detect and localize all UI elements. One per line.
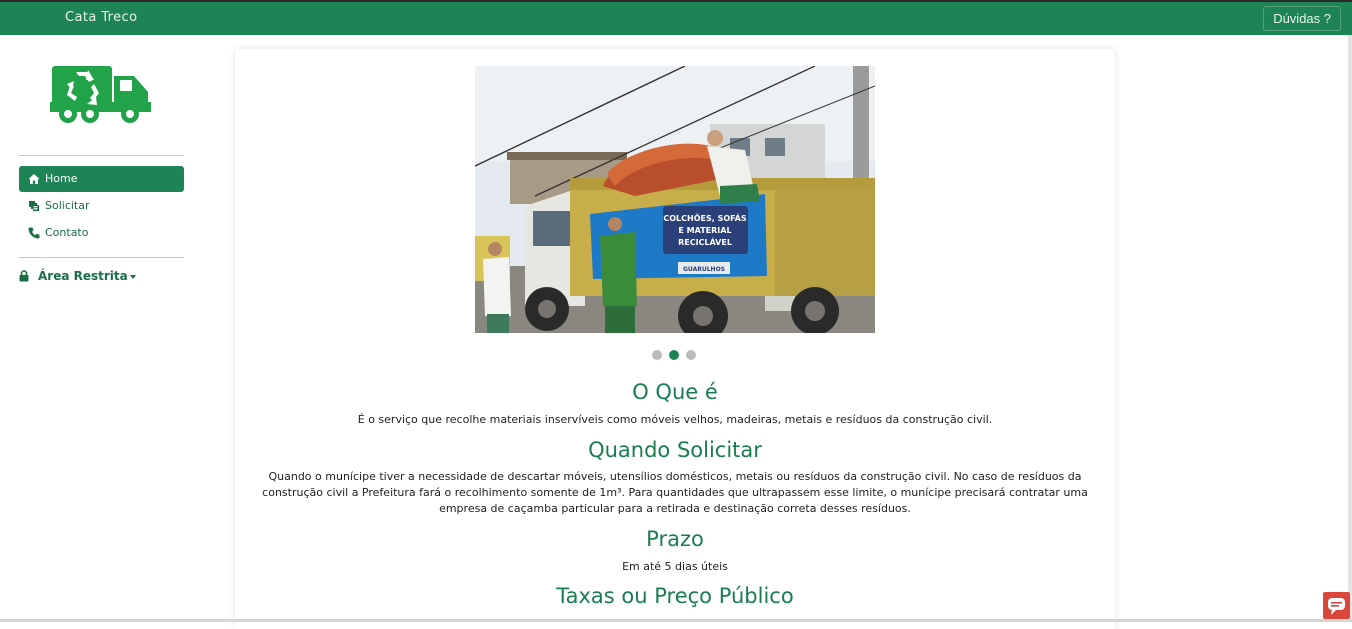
garbage-truck-photo: COLCHÕES, SOFÁS E MATERIAL RECICLÁVEL GU… <box>475 66 875 333</box>
section-text-prazo: Em até 5 dias úteis <box>243 559 1107 575</box>
section-text-line-1: Quando o munícipe tiver a necessidade de… <box>243 469 1107 485</box>
banner-badge: GUARULHOS <box>683 266 725 273</box>
chat-widget-button[interactable] <box>1323 592 1350 619</box>
brand-title[interactable]: Cata Treco <box>65 10 137 25</box>
sidebar-item-contato[interactable]: Contato <box>19 220 184 246</box>
sidebar-divider-bottom <box>19 257 184 258</box>
section-title-prazo: Prazo <box>235 527 1115 551</box>
chat-icon <box>1323 592 1350 619</box>
section-text-o-que-e: É o serviço que recolhe materiais inserv… <box>243 412 1107 428</box>
vertical-scrollbar[interactable] <box>1348 35 1352 622</box>
section-title-taxas: Taxas ou Preço Público <box>235 584 1115 608</box>
chevron-down-icon <box>130 275 136 279</box>
lock-icon <box>19 270 29 282</box>
recycling-truck-icon <box>50 64 151 126</box>
help-button[interactable]: Dúvidas ? <box>1263 6 1341 31</box>
carousel-dot-1[interactable] <box>652 350 662 360</box>
sidebar-item-home[interactable]: Home <box>19 166 184 192</box>
request-icon <box>28 200 40 212</box>
restricted-area-label: Área Restrita <box>38 269 128 283</box>
sidebar-divider-top <box>19 155 184 156</box>
content-card: COLCHÕES, SOFÁS E MATERIAL RECICLÁVEL GU… <box>235 49 1115 629</box>
carousel-slide-image: COLCHÕES, SOFÁS E MATERIAL RECICLÁVEL GU… <box>475 66 875 333</box>
banner-line-1: COLCHÕES, SOFÁS <box>663 212 746 223</box>
phone-icon <box>28 227 40 239</box>
banner-line-2: E MATERIAL <box>678 226 731 235</box>
carousel-dot-3[interactable] <box>686 350 696 360</box>
home-icon <box>28 173 40 185</box>
sidebar-item-solicitar[interactable]: Solicitar <box>19 193 184 219</box>
sidebar-item-label: Home <box>45 172 77 185</box>
section-title-o-que-e: O Que é <box>235 380 1115 404</box>
top-navbar: Cata Treco Dúvidas ? <box>0 0 1352 35</box>
banner-line-3: RECICLÁVEL <box>678 236 732 247</box>
restricted-area-dropdown[interactable]: Área Restrita <box>19 266 136 286</box>
sidebar-item-label: Contato <box>45 226 88 239</box>
sidebar-item-label: Solicitar <box>45 199 90 212</box>
section-title-quando-solicitar: Quando Solicitar <box>235 438 1115 462</box>
carousel-dot-2[interactable] <box>669 350 679 360</box>
section-text-line-2: construção civil a Prefeitura fará o rec… <box>243 485 1107 501</box>
section-text-line-3: empresa de caçamba particular para a ret… <box>243 501 1107 517</box>
